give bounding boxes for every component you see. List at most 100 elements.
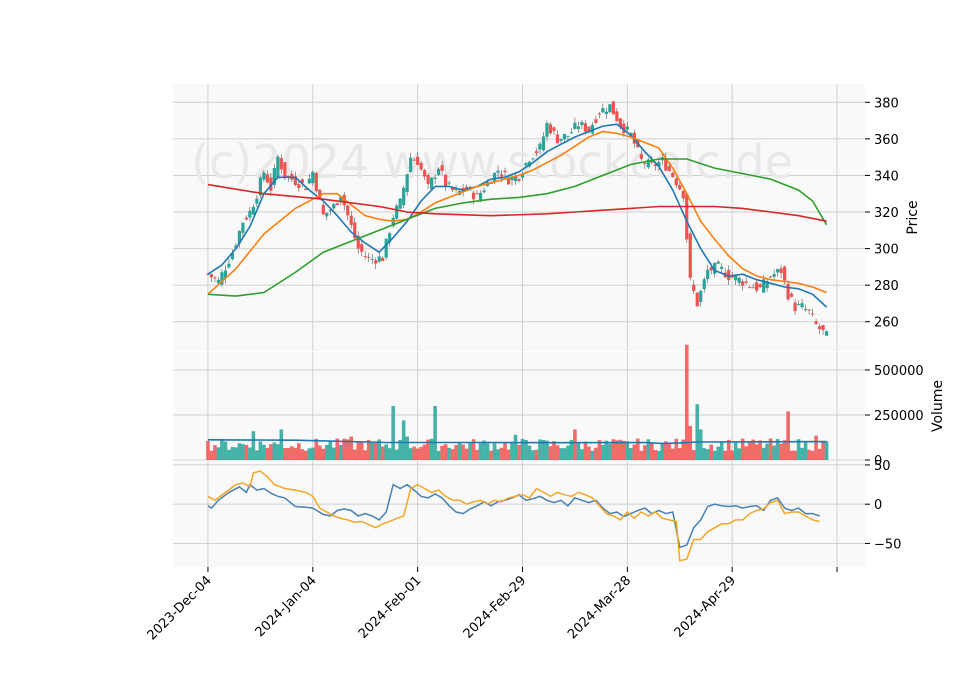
oscillator-panel: −50 0 50 <box>173 459 901 567</box>
candle-body <box>307 178 311 184</box>
volume-bar <box>370 442 375 460</box>
tick-label: 260 <box>874 316 899 331</box>
candle-body <box>817 326 822 330</box>
volume-bar <box>670 448 675 460</box>
candle-body <box>444 174 448 188</box>
volume-bar <box>691 450 696 460</box>
volume-bar <box>527 445 532 460</box>
candle-body <box>741 281 745 286</box>
volume-bar <box>716 446 721 460</box>
candle-body <box>734 275 738 281</box>
volume-bar <box>286 447 291 460</box>
volume-bar <box>573 429 577 460</box>
volume-bar <box>248 447 252 460</box>
volume-bar <box>552 441 556 460</box>
candle-body <box>416 156 420 165</box>
candle-body <box>796 304 801 306</box>
tick-label: 0 <box>874 498 882 513</box>
volume-bar <box>622 440 626 460</box>
volume-bar <box>317 445 322 460</box>
price-panel: (c)2024 www.stockcalc.de 260280300320340… <box>173 84 921 351</box>
candle-body <box>702 279 706 290</box>
price-axis-ticks: 260 280 300 320 340 360 380 <box>865 96 899 331</box>
volume-bar <box>765 443 769 460</box>
volume-bar <box>824 441 829 460</box>
volume-bar <box>314 438 319 460</box>
volume-bar <box>723 450 728 460</box>
candle-body <box>534 151 539 154</box>
candle-body <box>503 170 507 173</box>
volume-bar <box>363 450 368 460</box>
tick-label: 250000 <box>874 409 924 424</box>
volume-bar <box>206 441 210 460</box>
volume-bar <box>576 443 581 460</box>
volume-bar <box>241 444 245 460</box>
volume-bar <box>454 444 458 460</box>
candle-body <box>695 292 699 307</box>
candle-body <box>821 325 825 331</box>
candle-body <box>803 309 808 311</box>
candle-body <box>793 302 797 312</box>
volume-bar <box>359 442 364 460</box>
candle-body <box>755 282 759 291</box>
candle-body <box>639 154 643 159</box>
candle-body <box>748 286 752 288</box>
volume-bar <box>709 444 714 460</box>
candle-body <box>381 257 385 262</box>
candle-body <box>594 119 598 123</box>
candle-body <box>311 171 315 184</box>
date-axis-ticks: 2023-Dec-04 2024-Jan-04 2024-Feb-01 2024-Fe… <box>145 567 838 643</box>
volume-bar <box>283 448 287 460</box>
volume-bar <box>566 445 570 460</box>
volume-panel: 0250000500000 Volume <box>173 344 946 469</box>
volume-bar <box>712 450 717 460</box>
candle-body <box>772 274 776 277</box>
volume-bar <box>677 448 682 460</box>
candle-body <box>699 290 703 303</box>
volume-bar <box>702 448 707 460</box>
candle-body <box>405 174 409 192</box>
volume-bar <box>293 447 298 460</box>
candle-body <box>720 266 724 269</box>
candle-body <box>370 259 374 261</box>
candle-body <box>671 172 675 177</box>
candle-body <box>783 266 787 281</box>
candle-body <box>216 279 221 283</box>
candle-body <box>367 256 371 258</box>
candle-body <box>824 331 829 336</box>
candle-body <box>580 122 584 126</box>
volume-bar <box>345 439 350 460</box>
tick-label: 500000 <box>874 364 924 379</box>
candle-body <box>335 203 339 205</box>
tick-label: 320 <box>874 206 899 221</box>
volume-bar <box>276 444 280 460</box>
volume-bar <box>244 444 249 460</box>
candle-body <box>769 276 773 278</box>
volume-bar <box>660 443 665 460</box>
candle-body <box>545 122 549 137</box>
volume-bar <box>810 450 815 460</box>
volume-bar <box>782 440 787 460</box>
candle-body <box>244 217 248 220</box>
volume-bar <box>719 442 724 460</box>
volume-bar <box>590 450 595 460</box>
candle-body <box>716 261 720 264</box>
volume-bar <box>667 442 672 460</box>
candle-body <box>678 185 682 190</box>
tick-label: 280 <box>874 279 899 294</box>
volume-bar <box>478 443 483 460</box>
candle-body <box>601 108 605 113</box>
volume-bar <box>223 441 228 460</box>
volume-bar <box>475 449 479 460</box>
volume-bar <box>510 441 514 460</box>
stock-chart: (c)2024 www.stockcalc.de 260280300320340… <box>145 84 946 643</box>
candle-body <box>349 215 353 225</box>
volume-bar <box>800 447 804 460</box>
volume-bar <box>601 444 605 460</box>
candle-body <box>499 174 504 177</box>
volume-bar <box>227 449 231 460</box>
candle-body <box>569 132 574 134</box>
candle-body <box>548 124 553 134</box>
volume-bar <box>237 443 242 460</box>
volume-bar <box>639 450 644 460</box>
